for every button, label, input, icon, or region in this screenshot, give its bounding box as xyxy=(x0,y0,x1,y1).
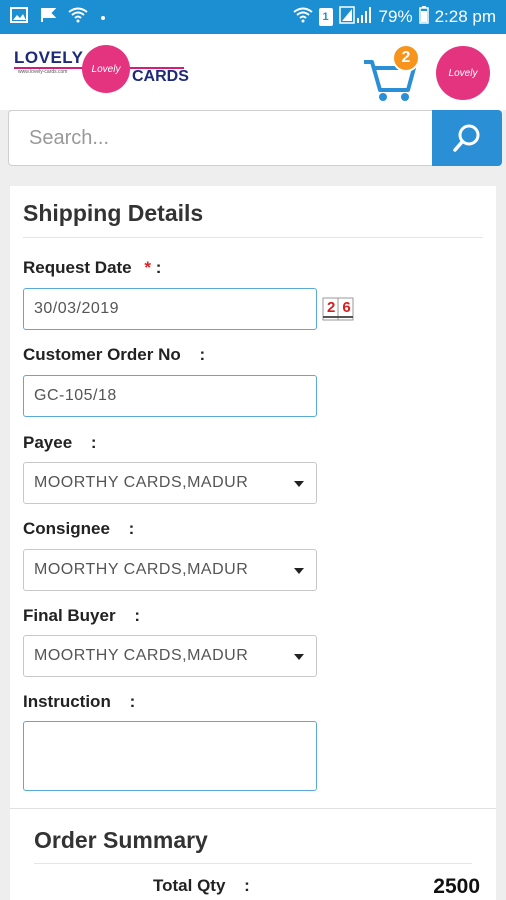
logo-emblem-text: Lovely xyxy=(91,63,121,75)
search-input[interactable] xyxy=(8,110,432,166)
calendar-icon[interactable]: 26 xyxy=(322,297,354,321)
payee-label: Payee : xyxy=(23,433,97,453)
consignee-label: Consignee : xyxy=(23,519,134,539)
logo-emblem: Lovely xyxy=(82,45,130,93)
dropdown-arrow-icon xyxy=(294,568,304,574)
consignee-select[interactable]: MOORTHY CARDS,MADUR xyxy=(23,549,317,591)
final-buyer-label-text: Final Buyer xyxy=(23,606,116,625)
brand-logo[interactable]: LOVELY www.lovely-cards.com Lovely CARDS xyxy=(14,44,189,100)
request-date-label: Request Date * : xyxy=(23,258,161,278)
clock: 2:28 pm xyxy=(434,7,496,26)
status-bar: 1 79% 2:28 pm xyxy=(0,0,506,34)
order-summary-card: Order Summary Total Qty : 2500 xyxy=(10,808,496,900)
battery-icon xyxy=(418,5,429,29)
total-qty-label: Total Qty : xyxy=(153,876,250,896)
total-qty-value: 2500 xyxy=(433,875,480,898)
payee-select[interactable]: MOORTHY CARDS,MADUR xyxy=(23,462,317,504)
gallery-icon xyxy=(10,6,28,28)
cell-signal-icon xyxy=(338,5,373,29)
customer-order-label-text: Customer Order No xyxy=(23,345,181,364)
cart-count-badge: 2 xyxy=(392,44,420,72)
total-qty-label-text: Total Qty xyxy=(153,876,226,895)
calendar-icon-text: 26 xyxy=(327,299,358,316)
consignee-label-text: Consignee xyxy=(23,519,110,538)
flag-icon xyxy=(40,7,57,28)
required-mark: * xyxy=(144,258,151,277)
request-date-field[interactable]: 30/03/2019 xyxy=(23,288,317,330)
label-colon: : xyxy=(134,606,140,625)
search-bar xyxy=(8,110,502,166)
profile-emblem-text: Lovely xyxy=(448,67,478,79)
payee-value: MOORTHY CARDS,MADUR xyxy=(34,474,249,491)
divider xyxy=(23,237,483,238)
label-colon: : xyxy=(155,258,162,277)
shipping-details-card: Shipping Details Request Date * : 30/03/… xyxy=(10,186,496,816)
dropdown-arrow-icon xyxy=(294,654,304,660)
search-button[interactable] xyxy=(432,110,502,166)
dot-icon xyxy=(100,8,106,26)
divider xyxy=(34,863,472,864)
instruction-label: Instruction : xyxy=(23,692,135,712)
sim-icon: 1 xyxy=(318,8,333,26)
customer-order-label: Customer Order No : xyxy=(23,345,205,365)
battery-percent: 79% xyxy=(378,7,413,26)
instruction-textarea[interactable] xyxy=(23,721,317,791)
consignee-value: MOORTHY CARDS,MADUR xyxy=(34,561,249,578)
logo-word-lovely: LOVELY xyxy=(14,48,84,67)
label-colon: : xyxy=(244,876,250,895)
section-title-shipping: Shipping Details xyxy=(23,200,204,226)
label-colon: : xyxy=(90,433,97,452)
label-colon: : xyxy=(129,692,136,711)
profile-avatar[interactable]: Lovely xyxy=(436,46,490,100)
label-colon: : xyxy=(128,519,135,538)
customer-order-field[interactable]: GC-105/18 xyxy=(23,375,317,417)
final-buyer-label: Final Buyer : xyxy=(23,606,140,626)
app-header: LOVELY www.lovely-cards.com Lovely CARDS… xyxy=(0,34,506,110)
label-colon: : xyxy=(199,345,206,364)
instruction-label-text: Instruction xyxy=(23,692,111,711)
section-title-order-summary: Order Summary xyxy=(34,827,208,853)
wifi-signal-icon xyxy=(292,7,313,28)
logo-word-cards: CARDS xyxy=(132,68,189,85)
logo-url: www.lovely-cards.com xyxy=(18,69,68,75)
final-buyer-value: MOORTHY CARDS,MADUR xyxy=(34,647,249,664)
cart-button[interactable]: 2 xyxy=(362,44,422,102)
request-date-label-text: Request Date xyxy=(23,258,132,277)
payee-label-text: Payee xyxy=(23,433,73,452)
wifi-icon xyxy=(68,7,88,28)
dropdown-arrow-icon xyxy=(294,481,304,487)
search-icon xyxy=(453,124,480,152)
final-buyer-select[interactable]: MOORTHY CARDS,MADUR xyxy=(23,635,317,677)
